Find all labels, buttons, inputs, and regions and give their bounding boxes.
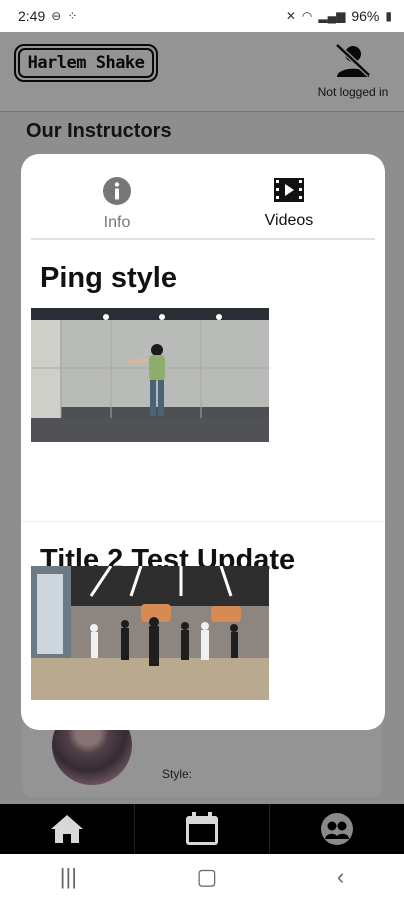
tab-info-label: Info: [103, 214, 131, 231]
info-icon: [103, 177, 131, 205]
system-nav-bar: ||| ▢ ‹: [0, 854, 404, 900]
modal-tabs: Info Videos: [31, 154, 375, 240]
video-item: Ping style: [21, 240, 385, 522]
tab-info[interactable]: Info: [31, 154, 203, 238]
video-thumbnail[interactable]: [31, 566, 269, 700]
do-not-disturb-icon: ⊖: [51, 9, 62, 23]
nav-schedule[interactable]: [135, 804, 270, 854]
group-icon: [321, 813, 353, 845]
video-item: Title 2 Test Update: [21, 522, 385, 730]
home-icon: [51, 815, 83, 843]
signal-icon: ▂▄▆: [318, 9, 346, 23]
dance-class-image: [31, 566, 269, 700]
film-icon: [274, 178, 304, 202]
nav-instructors[interactable]: [270, 804, 404, 854]
battery-level: 96%: [351, 8, 380, 24]
battery-icon: ▮: [385, 9, 392, 23]
instructor-modal: Info Videos Ping style Title 2 Test Upda…: [21, 154, 385, 730]
dance-studio-image: [31, 308, 269, 442]
wifi-icon: ◠: [301, 9, 313, 23]
status-left: 2:49 ⊖ ⁘: [18, 8, 77, 24]
tab-videos[interactable]: Videos: [203, 154, 375, 238]
status-bar: 2:49 ⊖ ⁘ ✕ ◠ ▂▄▆ 96% ▮: [0, 0, 404, 32]
video-thumbnail[interactable]: [31, 308, 269, 442]
video-list: Ping style Title 2 Test Update: [21, 240, 385, 730]
bottom-nav: [0, 804, 404, 854]
home-button-icon[interactable]: ▢: [197, 864, 218, 890]
mute-icon: ✕: [285, 9, 296, 23]
nav-home[interactable]: [0, 804, 135, 854]
recent-apps-icon[interactable]: |||: [60, 864, 77, 890]
back-icon[interactable]: ‹: [337, 864, 344, 890]
calendar-icon: [186, 812, 218, 845]
tab-videos-label: Videos: [264, 212, 314, 229]
status-right: ✕ ◠ ▂▄▆ 96% ▮: [286, 8, 392, 24]
status-time: 2:49: [18, 8, 46, 24]
app-notification-icon: ⁘: [67, 9, 78, 23]
video-title: Ping style: [40, 262, 177, 294]
